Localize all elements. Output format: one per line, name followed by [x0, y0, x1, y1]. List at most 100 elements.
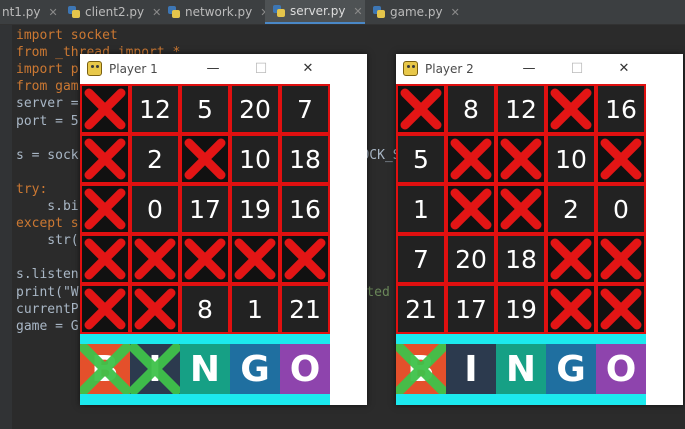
- number-cell[interactable]: 17: [180, 184, 230, 234]
- minimize-button[interactable]: —: [514, 57, 544, 81]
- marked-cell[interactable]: [396, 84, 446, 134]
- bingo-letter-tile: O: [280, 344, 330, 394]
- tab-server-py[interactable]: server.py ✕: [265, 0, 365, 24]
- number-cell[interactable]: 18: [496, 234, 546, 284]
- marked-cell[interactable]: [180, 134, 230, 184]
- x-mark-icon: [84, 138, 126, 180]
- code-line: s = sock: [16, 147, 79, 164]
- number-cell[interactable]: 2: [130, 134, 180, 184]
- number-cell[interactable]: 8: [446, 84, 496, 134]
- cell-number: 7: [413, 244, 429, 274]
- number-cell[interactable]: 8: [180, 284, 230, 334]
- number-cell[interactable]: 5: [180, 84, 230, 134]
- marked-cell[interactable]: [130, 234, 180, 284]
- number-cell[interactable]: 19: [496, 284, 546, 334]
- number-cell[interactable]: 5: [396, 134, 446, 184]
- number-cell[interactable]: 10: [230, 134, 280, 184]
- number-cell[interactable]: 16: [280, 184, 330, 234]
- marked-cell[interactable]: [80, 84, 130, 134]
- marked-cell[interactable]: [130, 284, 180, 334]
- x-mark-icon: [134, 288, 176, 330]
- separator-bar: [396, 334, 646, 344]
- number-cell[interactable]: 1: [396, 184, 446, 234]
- number-cell[interactable]: 12: [496, 84, 546, 134]
- number-cell[interactable]: 0: [130, 184, 180, 234]
- window-empty-area: [646, 84, 683, 405]
- cell-number: 10: [555, 144, 587, 174]
- marked-cell[interactable]: [596, 234, 646, 284]
- marked-cell[interactable]: [230, 234, 280, 284]
- python-file-icon: [373, 6, 385, 18]
- cell-number: 12: [505, 94, 537, 124]
- close-button[interactable]: ✕: [293, 57, 323, 81]
- cell-number: 21: [405, 294, 437, 324]
- close-icon[interactable]: ✕: [48, 6, 57, 19]
- marked-cell[interactable]: [596, 284, 646, 334]
- code-text: except s: [16, 216, 79, 232]
- marked-cell[interactable]: [496, 184, 546, 234]
- number-cell[interactable]: 0: [596, 184, 646, 234]
- tab-nt1-py[interactable]: nt1.py ✕: [0, 0, 62, 24]
- minimize-button[interactable]: —: [198, 57, 228, 81]
- number-cell[interactable]: 19: [230, 184, 280, 234]
- marked-cell[interactable]: [80, 284, 130, 334]
- bingo-letter-tile: O: [596, 344, 646, 394]
- number-cell[interactable]: 18: [280, 134, 330, 184]
- number-cell[interactable]: 20: [446, 234, 496, 284]
- cell-number: 19: [239, 194, 271, 224]
- maximize-button[interactable]: ☐: [562, 57, 592, 81]
- marked-cell[interactable]: [446, 184, 496, 234]
- marked-cell[interactable]: [180, 234, 230, 284]
- pygame-icon: [87, 61, 102, 76]
- number-cell[interactable]: 7: [396, 234, 446, 284]
- marked-cell[interactable]: [446, 134, 496, 184]
- code-text: try:: [16, 181, 48, 197]
- close-button[interactable]: ✕: [609, 57, 639, 81]
- marked-cell[interactable]: [80, 134, 130, 184]
- number-cell[interactable]: 21: [396, 284, 446, 334]
- number-cell[interactable]: 10: [546, 134, 596, 184]
- number-cell[interactable]: 20: [230, 84, 280, 134]
- code-line: server =: [16, 95, 79, 112]
- close-icon[interactable]: ✕: [353, 5, 362, 18]
- window-titlebar[interactable]: Player 2 — ☐ ✕: [396, 54, 683, 84]
- separator-bar: [80, 394, 330, 405]
- tab-network-py[interactable]: network.py✕: [160, 0, 273, 24]
- number-cell[interactable]: 2: [546, 184, 596, 234]
- number-cell[interactable]: 12: [130, 84, 180, 134]
- code-line: port = 5: [16, 113, 79, 130]
- pygame-icon: [403, 61, 418, 76]
- cell-number: 1: [247, 294, 263, 324]
- marked-cell[interactable]: [546, 284, 596, 334]
- bingo-letter-tile: G: [230, 344, 280, 394]
- bingo-banner: BINGO: [80, 344, 330, 394]
- marked-cell[interactable]: [546, 84, 596, 134]
- tab-game-py[interactable]: game.py ✕: [365, 0, 473, 24]
- window-titlebar[interactable]: Player 1 — ☐ ✕: [80, 54, 367, 84]
- marked-cell[interactable]: [496, 134, 546, 184]
- number-cell[interactable]: 17: [446, 284, 496, 334]
- player-1-window[interactable]: Player 1 — ☐ ✕ 12 5 20 7 2 10 18 0 17 19 16 8 1 21 BINGO: [80, 54, 367, 405]
- number-cell[interactable]: 1: [230, 284, 280, 334]
- code-line: game = G: [16, 318, 79, 335]
- marked-cell[interactable]: [80, 234, 130, 284]
- x-mark-icon: [550, 288, 592, 330]
- player-2-window[interactable]: Player 2—☐✕8121651012072018211719BINGO: [396, 54, 683, 405]
- code-text: server =: [16, 96, 79, 112]
- marked-cell[interactable]: [80, 184, 130, 234]
- number-cell[interactable]: 21: [280, 284, 330, 334]
- number-cell[interactable]: 16: [596, 84, 646, 134]
- number-cell[interactable]: 7: [280, 84, 330, 134]
- marked-cell[interactable]: [546, 234, 596, 284]
- code-line: currentP: [16, 301, 79, 318]
- strike-icon: [80, 344, 130, 394]
- close-icon[interactable]: ✕: [451, 6, 460, 19]
- bingo-letter-tile: N: [180, 344, 230, 394]
- tab-client2-py[interactable]: client2.py ✕: [60, 0, 168, 24]
- code-text: s.listen: [16, 267, 79, 283]
- marked-cell[interactable]: [596, 134, 646, 184]
- marked-cell[interactable]: [280, 234, 330, 284]
- x-mark-icon: [184, 138, 226, 180]
- code-text: s.bi: [16, 199, 79, 214]
- maximize-button[interactable]: ☐: [246, 57, 276, 81]
